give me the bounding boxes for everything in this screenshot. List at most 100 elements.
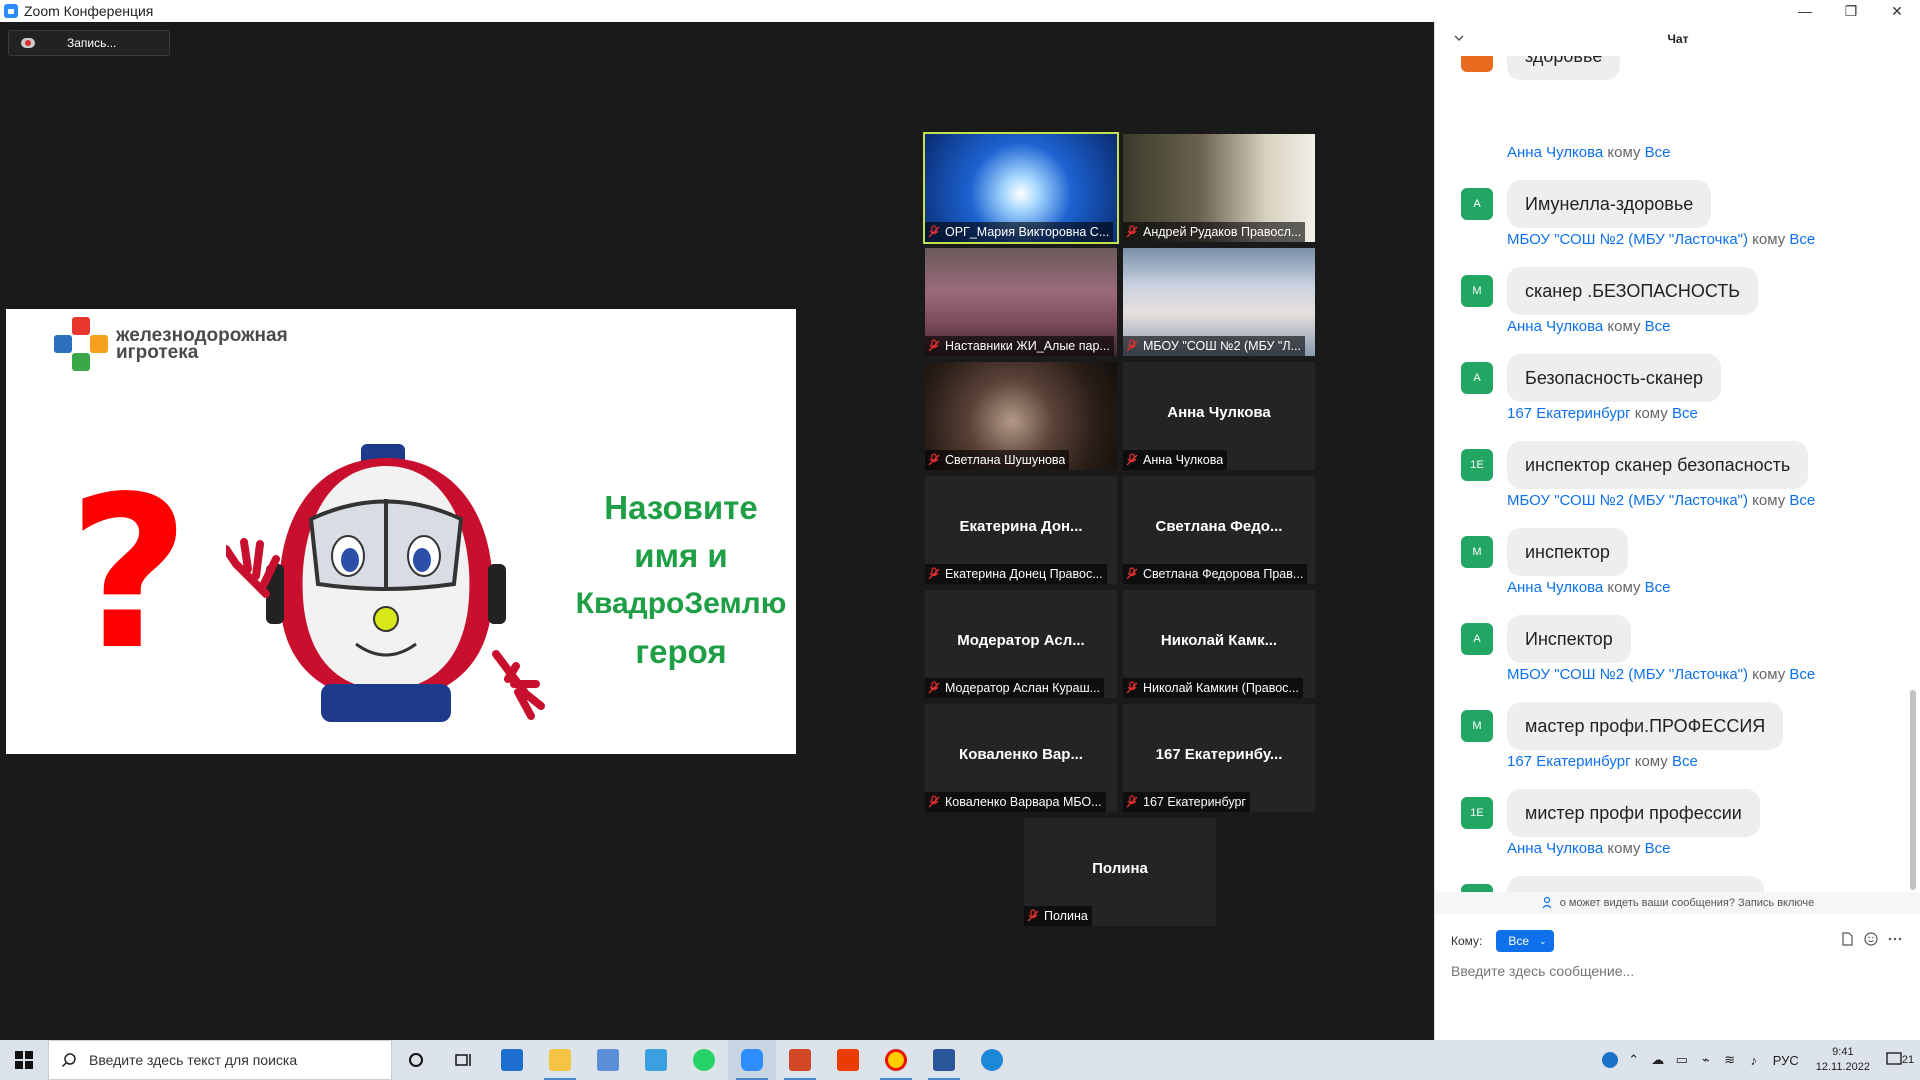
video-tile[interactable]: Коваленко Вар... Коваленко Варвара МБО... xyxy=(925,704,1117,812)
taskbar-explorer[interactable] xyxy=(536,1040,584,1080)
more-icon[interactable] xyxy=(1888,932,1902,946)
taskbar-app-3[interactable] xyxy=(584,1040,632,1080)
sender-name[interactable]: МБОУ "СОШ №2 (МБУ "Ласточка") xyxy=(1507,231,1748,248)
chat-message: Анна Чулкова кому ВсеАМастер профи-профе… xyxy=(1435,840,1905,896)
taskbar-powerpoint[interactable] xyxy=(776,1040,824,1080)
sender-name[interactable]: МБОУ "СОШ №2 (МБУ "Ласточка") xyxy=(1507,492,1748,509)
chat-tools xyxy=(1840,932,1902,946)
taskbar-zoom[interactable] xyxy=(728,1040,776,1080)
railway-games-logo: железнодорожная игротека xyxy=(54,317,288,371)
cloud-icon[interactable]: ☁ xyxy=(1646,1040,1670,1080)
video-tile[interactable]: ОРГ_Мария Викторовна С... xyxy=(923,132,1119,244)
chat-message-input[interactable] xyxy=(1451,963,1901,979)
slide-line-1: Назовите xyxy=(604,489,758,526)
participant-label: ОРГ_Мария Викторовна С... xyxy=(925,222,1114,242)
slide-question-text: Назовите имя и КвадроЗемлю героя xyxy=(566,484,796,676)
message-text: здоровье xyxy=(1507,56,1621,80)
sender-name[interactable]: 167 Екатеринбург xyxy=(1507,753,1631,770)
sender-name[interactable]: Анна Чулкова xyxy=(1507,579,1603,596)
cortana-button[interactable] xyxy=(392,1040,440,1080)
participant-name: Светлана Шушунова xyxy=(945,453,1066,467)
video-tile[interactable]: Светлана Шушунова xyxy=(925,362,1117,470)
video-tile[interactable]: Модератор Асл... Модератор Аслан Кураш... xyxy=(925,590,1117,698)
taskbar-word[interactable] xyxy=(920,1040,968,1080)
video-tile[interactable]: Светлана Федо... Светлана Федорова Прав..… xyxy=(1123,476,1315,584)
zoom-icon xyxy=(4,4,18,18)
video-tile[interactable]: 167 Екатеринбу... 167 Екатеринбург xyxy=(1123,704,1315,812)
notice-text: о может видеть ваши сообщения? Запись вк… xyxy=(1559,897,1815,909)
video-tile[interactable]: Андрей Рудаков Правосл... xyxy=(1123,134,1315,242)
wifi-icon[interactable]: ≋ xyxy=(1718,1040,1742,1080)
video-tile[interactable]: МБОУ "СОШ №2 (МБУ "Л... xyxy=(1123,248,1315,356)
computer-icon xyxy=(597,1049,619,1071)
participant-name: Полина xyxy=(1044,909,1088,923)
chat-message: 167 Екатеринбург кому Все 1Е инспектор ска… xyxy=(1435,405,1905,492)
taskbar-office[interactable] xyxy=(824,1040,872,1080)
taskbar-mail[interactable] xyxy=(488,1040,536,1080)
video-tile[interactable]: Наставники ЖИ_Алые пар... xyxy=(925,248,1117,356)
slide-line-4: героя xyxy=(635,633,727,670)
clock[interactable]: 9:41 12.11.2022 xyxy=(1816,1045,1870,1075)
cloud-record-icon xyxy=(21,38,35,48)
people-icon xyxy=(1542,896,1552,909)
window-title: Zoom Конференция xyxy=(24,3,154,19)
message-meta: Анна Чулкова кому Все xyxy=(1507,318,1670,335)
chevron-down-icon[interactable] xyxy=(1453,32,1465,44)
to-word: кому xyxy=(1752,231,1786,248)
sender-name[interactable]: 167 Екатеринбург xyxy=(1507,405,1631,422)
volume-icon[interactable]: ♪ xyxy=(1742,1040,1766,1080)
taskbar-whatsapp[interactable] xyxy=(680,1040,728,1080)
chat-message: 167 Екатеринбург кому Все 1Е мистер профи … xyxy=(1435,753,1905,840)
battery-icon[interactable]: ▭ xyxy=(1670,1040,1694,1080)
chat-recipient: Кому: Все ⌄ xyxy=(1451,930,1555,952)
sender-name[interactable]: Анна Чулкова xyxy=(1507,840,1603,857)
video-tile[interactable]: Анна Чулкова Анна Чулкова xyxy=(1123,362,1315,470)
chat-scrollbar[interactable] xyxy=(1909,68,1917,908)
sender-name[interactable]: МБОУ "СОШ №2 (МБУ "Ласточка") xyxy=(1507,666,1748,683)
message-meta: 167 Екатеринбург кому Все xyxy=(1507,753,1698,770)
usb-icon[interactable]: ⌁ xyxy=(1694,1040,1718,1080)
task-view-button[interactable] xyxy=(440,1040,488,1080)
help-icon[interactable] xyxy=(1598,1040,1622,1080)
taskbar-edge[interactable] xyxy=(968,1040,1016,1080)
recipient-name: Все xyxy=(1671,753,1698,770)
participant-name: Светлана Федорова Прав... xyxy=(1143,567,1304,581)
minimize-button[interactable]: — xyxy=(1782,0,1828,22)
taskbar-app-4[interactable] xyxy=(632,1040,680,1080)
sender-name[interactable]: Анна Чулкова xyxy=(1507,144,1603,161)
word-icon xyxy=(933,1049,955,1071)
participant-label: Светлана Федорова Прав... xyxy=(1123,564,1308,584)
close-button[interactable]: ✕ xyxy=(1874,0,1920,22)
start-button[interactable] xyxy=(0,1040,48,1080)
to-word: кому xyxy=(1607,144,1641,161)
chat-messages: здоровье Анна Чулкова кому Все А Имунелла-… xyxy=(1435,56,1905,896)
mic-muted-icon xyxy=(928,567,940,580)
video-tile[interactable]: Николай Камк... Николай Камкин (Правос... xyxy=(1123,590,1315,698)
mic-muted-icon xyxy=(928,339,940,352)
recipient-dropdown[interactable]: Все ⌄ xyxy=(1496,930,1555,952)
recording-indicator[interactable]: Запись... xyxy=(8,30,170,56)
chat-privacy-notice[interactable]: о может видеть ваши сообщения? Запись вк… xyxy=(1435,892,1920,914)
emoji-icon[interactable] xyxy=(1864,932,1878,946)
window-controls: — ❐ ✕ xyxy=(1782,0,1920,22)
video-tile[interactable]: Полина Полина xyxy=(1024,818,1216,926)
file-icon[interactable] xyxy=(1840,932,1854,946)
search-icon xyxy=(61,1053,76,1068)
language-indicator[interactable]: РУС xyxy=(1766,1040,1806,1080)
video-tile[interactable]: Екатерина Дон... Екатерина Донец Правос..… xyxy=(925,476,1117,584)
participant-name: Андрей Рудаков Правосл... xyxy=(1143,225,1302,239)
to-word: кому xyxy=(1607,579,1641,596)
maximize-button[interactable]: ❐ xyxy=(1828,0,1874,22)
avatar xyxy=(1461,56,1493,72)
slide-line-2: имя и xyxy=(634,537,728,574)
taskbar-search[interactable]: Введите здесь текст для поиска xyxy=(48,1040,392,1080)
chevron-up-icon[interactable]: ⌃ xyxy=(1622,1040,1646,1080)
taskbar-yandex[interactable] xyxy=(872,1040,920,1080)
chat-panel: Чат здоровье Анна Чулкова кому Все А Имуне… xyxy=(1434,22,1920,1040)
participant-label: Анна Чулкова xyxy=(1123,450,1228,470)
notification-center[interactable]: 21 xyxy=(1880,1040,1920,1080)
mascot-character xyxy=(226,444,545,722)
logo-text: железнодорожная игротека xyxy=(116,326,288,362)
sender-name[interactable]: Анна Чулкова xyxy=(1507,318,1603,335)
chat-title: Чат xyxy=(1667,32,1689,46)
